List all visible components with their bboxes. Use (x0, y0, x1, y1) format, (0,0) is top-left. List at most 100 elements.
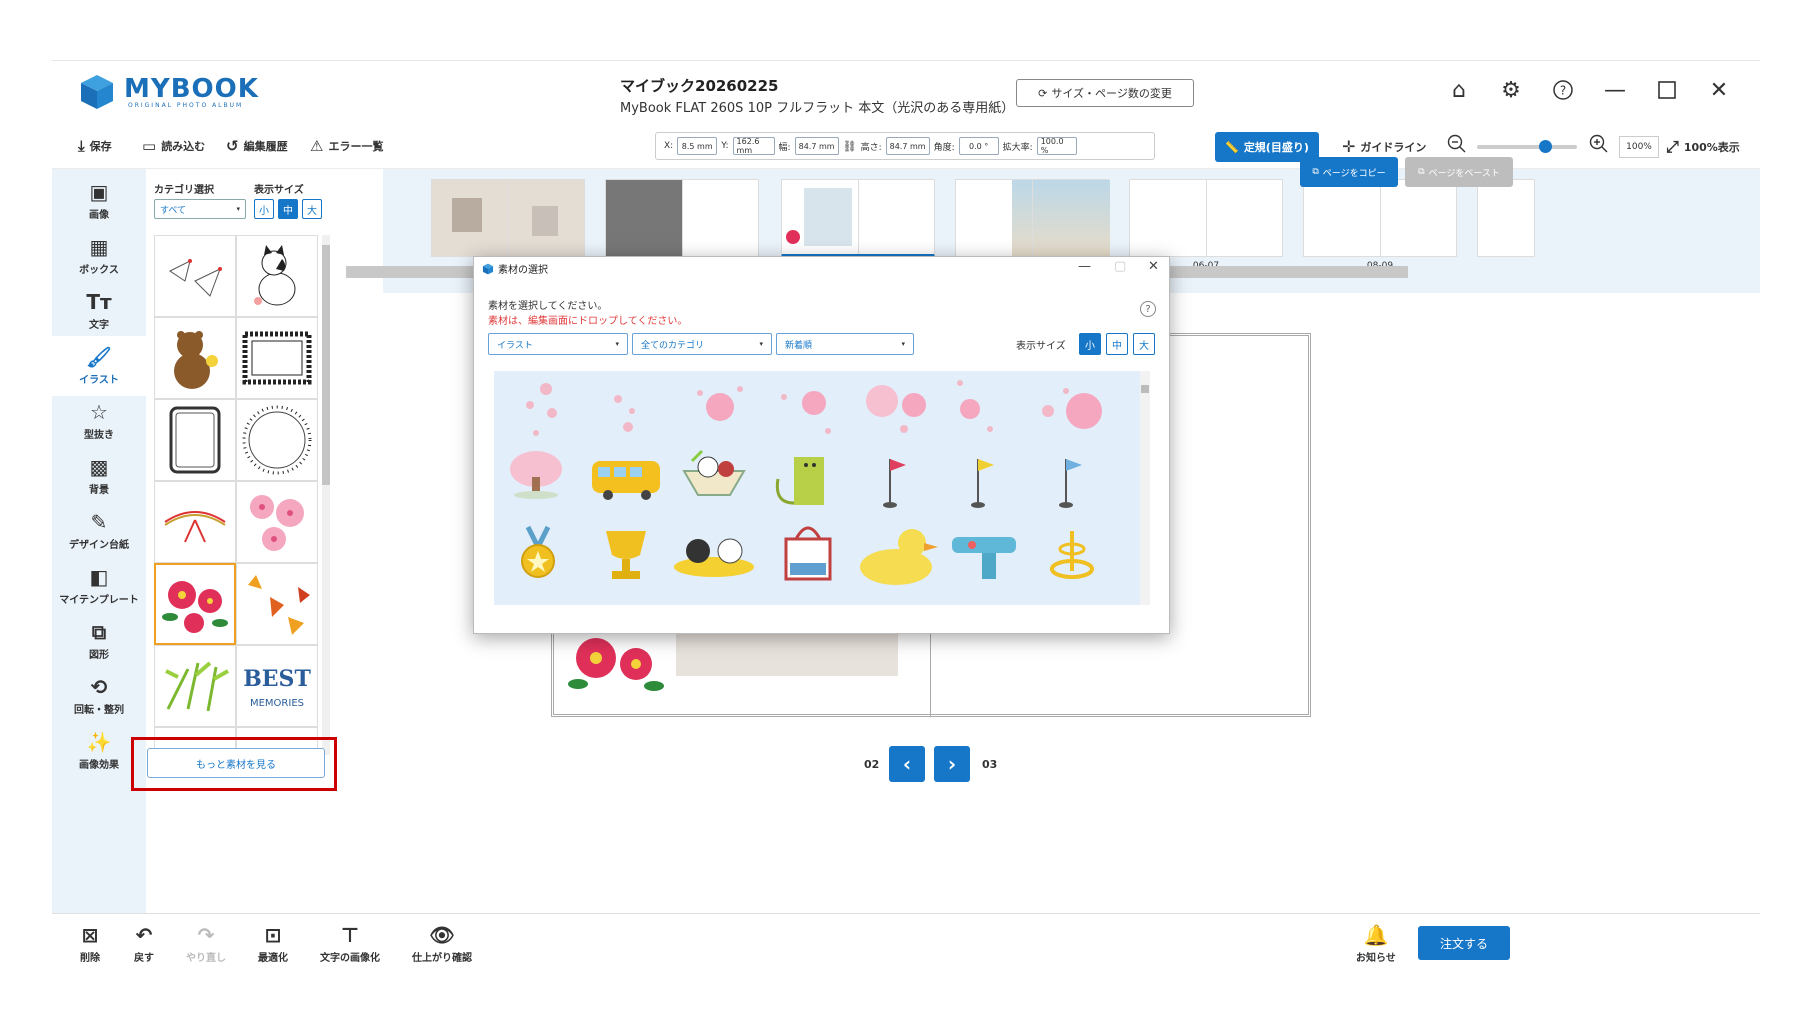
trophy[interactable] (606, 531, 646, 579)
zoom-slider[interactable] (1477, 145, 1577, 149)
material-film-frame[interactable] (236, 317, 318, 399)
dialog-size-small-button[interactable]: 小 (1079, 333, 1101, 355)
height-field[interactable]: 84.7 mm (885, 137, 930, 155)
material-mizuhiki[interactable] (154, 481, 236, 563)
material-sakura[interactable] (236, 481, 318, 563)
maximize-icon[interactable] (1654, 77, 1680, 103)
undo-button[interactable]: ↶ 戻す (134, 924, 154, 964)
camellia-on-page[interactable] (566, 628, 666, 694)
dialog-scrollbar-thumb[interactable] (1141, 385, 1149, 393)
sort-select[interactable]: 新着順 ▾ (776, 333, 914, 355)
zoom-out-button[interactable] (1447, 134, 1467, 154)
page-thumb-02-03[interactable] (781, 179, 935, 257)
sidebar-item-shape[interactable]: ⧉ 図形 (52, 611, 146, 671)
size-medium-button[interactable]: 中 (278, 199, 298, 219)
sidebar-item-design[interactable]: ✎ デザイン台紙 (52, 501, 146, 561)
golf-flag-yellow[interactable] (971, 459, 994, 508)
sakura-flower-3[interactable] (866, 385, 926, 433)
bento[interactable] (682, 449, 746, 496)
delete-button[interactable]: ⊠ 削除 (80, 924, 100, 964)
material-bamboo[interactable] (154, 645, 236, 727)
school-bus[interactable] (592, 461, 660, 500)
history-button[interactable]: ↺ 編集履歴 (226, 137, 288, 155)
sakura-flower-2[interactable] (781, 391, 831, 434)
category-select[interactable]: すべて ▾ (154, 199, 246, 219)
width-field[interactable]: 84.7 mm (794, 137, 839, 155)
angle-field[interactable]: 0.0 ° (958, 137, 999, 155)
page-thumb-04-05[interactable] (955, 179, 1110, 258)
prev-page-button[interactable]: ‹ (889, 746, 925, 782)
sidebar-item-image[interactable]: ▣ 画像 (52, 171, 146, 231)
material-scrollbar-thumb[interactable] (322, 245, 330, 485)
golf-flag-red[interactable] (883, 459, 906, 508)
dialog-minimize-icon[interactable]: — (1078, 259, 1091, 274)
material-cranes[interactable] (154, 235, 236, 317)
sidebar-item-illust[interactable]: 🖌 イラスト (52, 336, 146, 396)
golf-flag-blue[interactable] (1059, 459, 1082, 508)
size-large-button[interactable]: 大 (302, 199, 322, 219)
x-field[interactable]: 8.5 mm (677, 137, 718, 155)
material-rect-frame[interactable] (154, 399, 236, 481)
sidebar-item-text[interactable]: Tт 文字 (52, 281, 146, 341)
help-icon[interactable]: ? (1550, 77, 1576, 103)
dialog-size-medium-button[interactable]: 中 (1106, 333, 1128, 355)
dialog-help-icon[interactable]: ? (1140, 301, 1156, 317)
notice-button[interactable]: 🔔 お知らせ (1356, 924, 1396, 964)
material-camellia[interactable] (154, 563, 236, 645)
sakura-petals-2[interactable] (614, 395, 635, 432)
text-to-image-button[interactable]: ⊤ 文字の画像化 (320, 924, 380, 964)
error-list-button[interactable]: ⚠ エラー一覧 (310, 137, 383, 155)
mat-roll[interactable] (775, 457, 824, 505)
photo-frame[interactable] (676, 628, 898, 676)
copy-page-button[interactable]: ⧉ ページをコピー (1300, 157, 1398, 187)
material-best-memories[interactable]: BEST MEMORIES (236, 645, 318, 727)
dialog-size-large-button[interactable]: 大 (1133, 333, 1155, 355)
page-thumb-08-09[interactable] (1303, 179, 1457, 257)
next-page-button[interactable]: › (934, 746, 970, 782)
sakura-flower-5[interactable] (1042, 388, 1102, 429)
optimize-button[interactable]: ⊡ 最適化 (258, 924, 288, 964)
y-field[interactable]: 162.6 mm (732, 137, 775, 155)
gold-medal[interactable] (521, 525, 555, 578)
order-button[interactable]: 注文する (1418, 926, 1510, 960)
guideline-button[interactable]: ✛ ガイドライン (1342, 137, 1426, 156)
size-change-button[interactable]: ⟳ サイズ・ページ数の変更 (1016, 79, 1194, 107)
sakura-flower-1[interactable] (697, 386, 743, 421)
minimize-icon[interactable]: — (1602, 77, 1628, 103)
sakura-flower-4[interactable] (957, 380, 993, 432)
gear-icon[interactable]: ⚙ (1498, 77, 1524, 103)
sakura-petals-1[interactable] (526, 383, 557, 436)
size-small-button[interactable]: 小 (254, 199, 274, 219)
sidebar-item-rotate[interactable]: ⟲ 回転・整列 (52, 666, 146, 726)
sidebar-item-box[interactable]: ▦ ボックス (52, 226, 146, 286)
ring-toss[interactable] (1050, 531, 1094, 579)
preview-button[interactable]: 👁 仕上がり確認 (412, 924, 472, 964)
material-autumn-leaves[interactable] (236, 563, 318, 645)
sidebar-item-background[interactable]: ▩ 背景 (52, 446, 146, 506)
sakura-tree[interactable] (510, 451, 562, 499)
zoom-value-field[interactable]: 100% (1619, 136, 1659, 158)
scale-field[interactable]: 100.0 % (1036, 137, 1077, 155)
shopping-bag[interactable] (784, 526, 832, 581)
page-thumb-next[interactable] (1477, 179, 1535, 257)
water-gun[interactable] (952, 537, 1016, 579)
load-button[interactable]: ▭ 読み込む (142, 137, 205, 155)
material-cat[interactable] (236, 235, 318, 317)
sidebar-item-cutout[interactable]: ☆ 型抜き (52, 391, 146, 451)
close-icon[interactable]: ✕ (1706, 77, 1732, 103)
material-dotted-circle[interactable] (236, 399, 318, 481)
link-icon[interactable]: ⛓ (843, 140, 857, 153)
material-scrollbar[interactable] (322, 235, 330, 755)
save-button[interactable]: ⤓ 保存 (78, 137, 112, 155)
home-icon[interactable]: ⌂ (1446, 77, 1472, 103)
dialog-scrollbar[interactable] (1140, 371, 1150, 605)
cats-and-ducks[interactable] (674, 538, 754, 577)
page-thumb-cover[interactable] (431, 179, 585, 257)
type-select[interactable]: イラスト ▾ (488, 333, 628, 355)
rubber-duck[interactable] (860, 529, 938, 585)
material-bear[interactable] (154, 317, 236, 399)
zoom-in-button[interactable] (1589, 134, 1609, 154)
zoom-slider-handle[interactable] (1539, 140, 1552, 153)
page-thumb-01[interactable] (605, 179, 759, 257)
category-select-dialog[interactable]: 全てのカテゴリ ▾ (632, 333, 772, 355)
